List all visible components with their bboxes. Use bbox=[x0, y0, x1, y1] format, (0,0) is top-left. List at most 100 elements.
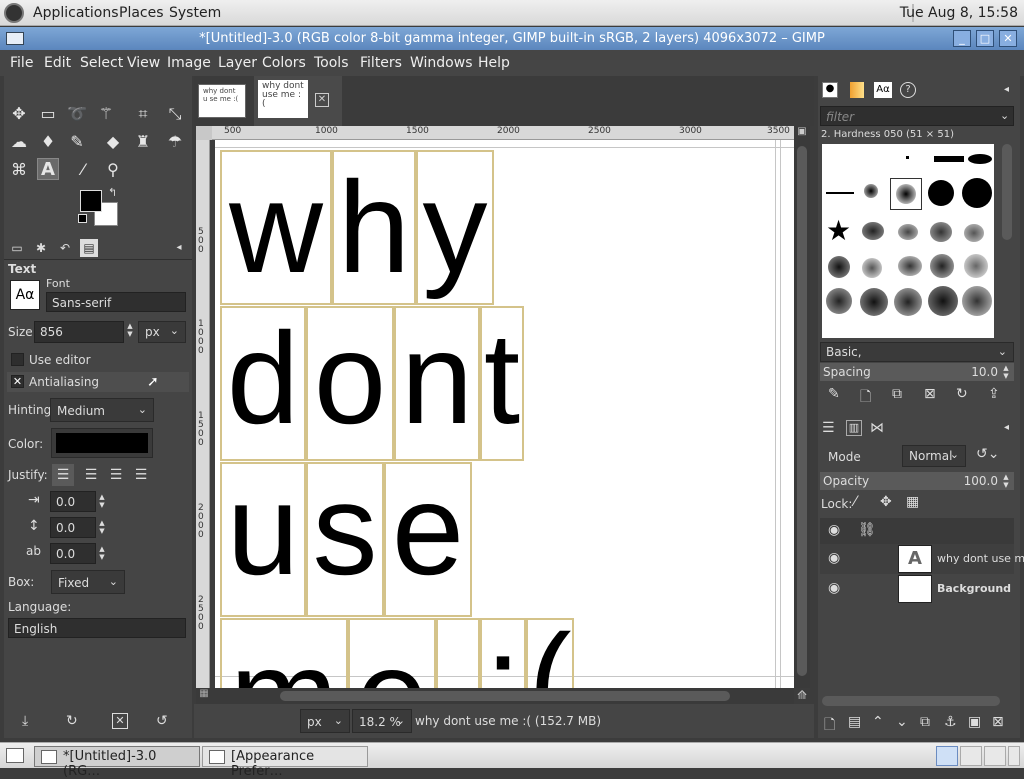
menu-windows[interactable]: Windows bbox=[410, 55, 473, 71]
vertical-scroll-thumb[interactable] bbox=[797, 146, 807, 676]
unit-select[interactable]: px ⌄ bbox=[300, 709, 350, 733]
channels-tab-icon[interactable]: ▥ bbox=[846, 420, 862, 436]
applications-menu[interactable]: Applications bbox=[33, 5, 119, 21]
color-picker-icon[interactable]: ⁄ bbox=[72, 159, 94, 181]
brush-cell[interactable] bbox=[826, 192, 854, 194]
line-spacing-field[interactable]: 0.0 bbox=[50, 517, 96, 538]
image-canvas[interactable]: w h y d o n t u s e m e : ( bbox=[211, 140, 794, 688]
antialiasing-checkbox[interactable]: ✕ bbox=[11, 375, 24, 388]
letter-spacing-field[interactable]: 0.0 bbox=[50, 543, 96, 564]
eraser-icon[interactable]: ◆ bbox=[102, 131, 124, 153]
spacing-slider[interactable]: Spacing 10.0 ▲ ▼ bbox=[820, 363, 1014, 381]
zoom-select[interactable]: 18.2 % ⌄ bbox=[352, 709, 412, 733]
system-menu[interactable]: System bbox=[169, 5, 221, 21]
opacity-slider[interactable]: Opacity 100.0 ▲ ▼ bbox=[820, 472, 1014, 490]
paintbrush-icon[interactable]: ✎ bbox=[66, 131, 88, 153]
fonts-tab-icon[interactable]: Aα bbox=[874, 82, 892, 98]
brush-scroll-thumb[interactable] bbox=[1002, 144, 1012, 240]
images-tab-icon[interactable]: ▤ bbox=[80, 239, 98, 257]
brush-cell[interactable] bbox=[930, 222, 952, 242]
layer-name[interactable]: Background bbox=[937, 582, 1011, 595]
lower-layer-icon[interactable]: ⌄ bbox=[896, 714, 908, 730]
anchor-layer-icon[interactable]: ⚓ bbox=[944, 714, 957, 730]
brush-cell[interactable] bbox=[928, 286, 958, 316]
maximize-button[interactable]: □ bbox=[976, 30, 994, 47]
mode-select[interactable]: Normal ⌄ bbox=[902, 445, 966, 467]
move-icon[interactable]: ✥ bbox=[8, 103, 30, 125]
brush-cell[interactable] bbox=[928, 180, 954, 206]
clock[interactable]: Tue Aug 8, 15:58 bbox=[900, 5, 1018, 21]
delete-options-icon[interactable]: ✕ bbox=[112, 713, 128, 729]
duplicate-brush-icon[interactable]: ⧉ bbox=[892, 386, 902, 402]
edit-brush-icon[interactable]: ✎ bbox=[828, 386, 840, 402]
paths-tab-icon[interactable]: ⋈ bbox=[870, 420, 884, 436]
raise-layer-icon[interactable]: ⌃ bbox=[872, 714, 884, 730]
distro-logo-icon[interactable] bbox=[4, 3, 24, 23]
letter-spacing-spin-icon[interactable]: ▲ ▼ bbox=[97, 545, 107, 561]
menu-file[interactable]: File bbox=[10, 55, 33, 71]
quick-mask-icon[interactable]: ▦ bbox=[196, 688, 212, 704]
indent-spin-icon[interactable]: ▲ ▼ bbox=[97, 493, 107, 509]
star-brush-icon[interactable]: ★ bbox=[826, 214, 851, 247]
fuzzy-select-icon[interactable]: ⚚ bbox=[95, 103, 117, 125]
menu-colors[interactable]: Colors bbox=[262, 55, 306, 71]
brush-filter-input[interactable]: filter bbox=[820, 106, 1014, 126]
spacing-spin-icon[interactable]: ▲ ▼ bbox=[1001, 364, 1011, 380]
smudge-icon[interactable]: ☂ bbox=[164, 131, 186, 153]
lasso-icon[interactable]: ➰ bbox=[66, 103, 88, 125]
foreground-color-swatch[interactable] bbox=[80, 190, 102, 212]
close-button[interactable]: ✕ bbox=[999, 30, 1017, 47]
add-mask-icon[interactable]: ▣ bbox=[968, 714, 981, 730]
layer-name[interactable]: why dont use me bbox=[937, 552, 1024, 565]
menu-view[interactable]: View bbox=[127, 55, 160, 71]
minimize-button[interactable]: _ bbox=[953, 30, 971, 47]
workspace-4-icon[interactable] bbox=[1008, 746, 1020, 766]
font-field[interactable]: Sans-serif bbox=[46, 292, 186, 312]
brush-cell[interactable] bbox=[898, 256, 922, 276]
eye-icon[interactable]: ◉ bbox=[828, 580, 840, 596]
image-page[interactable]: w h y d o n t u s e m e : ( bbox=[215, 140, 794, 688]
layers-scroll-thumb[interactable] bbox=[822, 696, 1000, 706]
horizontal-scrollbar[interactable] bbox=[212, 688, 794, 704]
brush-cell[interactable] bbox=[828, 256, 850, 278]
horizontal-ruler[interactable]: 500 1000 1500 2000 2500 3000 3500 bbox=[212, 126, 794, 140]
brush-cell[interactable] bbox=[862, 222, 884, 240]
brush-cell[interactable] bbox=[898, 224, 918, 240]
transform-icon[interactable]: ⤡ bbox=[164, 103, 186, 125]
size-field[interactable]: 856 bbox=[34, 321, 124, 343]
workspace-2-icon[interactable] bbox=[960, 746, 982, 766]
indent-field[interactable]: 0.0 bbox=[50, 491, 96, 512]
lock-pixels-icon[interactable]: ⁄ bbox=[854, 494, 856, 510]
text-color-button[interactable] bbox=[51, 428, 153, 458]
vertical-scrollbar[interactable] bbox=[794, 140, 810, 688]
use-editor-checkbox[interactable] bbox=[11, 353, 24, 366]
horizontal-scroll-thumb[interactable] bbox=[280, 691, 730, 701]
brush-cell[interactable] bbox=[964, 254, 988, 278]
brush-cell[interactable] bbox=[934, 156, 964, 162]
clone-icon[interactable]: ♜ bbox=[132, 131, 154, 153]
brush-cell[interactable] bbox=[968, 154, 992, 164]
image-tab-thumbnail[interactable]: why dont u se me :( bbox=[198, 84, 246, 118]
default-colors-icon[interactable] bbox=[78, 214, 87, 223]
brush-cell[interactable] bbox=[862, 258, 882, 278]
justify-left-icon[interactable]: ☰ bbox=[52, 464, 74, 486]
opacity-spin-icon[interactable]: ▲ ▼ bbox=[1001, 473, 1011, 489]
patterns-tab-icon[interactable] bbox=[850, 82, 864, 98]
menu-image[interactable]: Image bbox=[167, 55, 211, 71]
layer-row-background[interactable]: ◉ Background bbox=[820, 574, 1014, 604]
ruler-corner-icon[interactable] bbox=[196, 126, 212, 140]
justify-center-icon[interactable]: ☰ bbox=[105, 464, 127, 486]
composite-mode-icon[interactable]: ↺⌄ bbox=[976, 446, 999, 462]
language-field[interactable]: English bbox=[8, 618, 186, 638]
new-layer-group-icon[interactable]: ▤ bbox=[848, 714, 861, 730]
device-status-tab-icon[interactable]: ✱ bbox=[32, 239, 50, 257]
vertical-ruler[interactable]: 500 1000 1500 2000 2500 bbox=[196, 140, 210, 688]
brush-cell[interactable] bbox=[864, 184, 878, 198]
brush-cell[interactable] bbox=[964, 224, 984, 242]
justify-fill-icon[interactable]: ☰ bbox=[130, 464, 152, 486]
brush-tag-select[interactable]: Basic, ⌄ bbox=[820, 342, 1014, 362]
menu-tools[interactable]: Tools bbox=[314, 55, 349, 71]
box-select[interactable]: Fixed ⌄ bbox=[51, 570, 125, 594]
close-tab-icon[interactable]: ✕ bbox=[315, 93, 329, 107]
workspace-3-icon[interactable] bbox=[984, 746, 1006, 766]
